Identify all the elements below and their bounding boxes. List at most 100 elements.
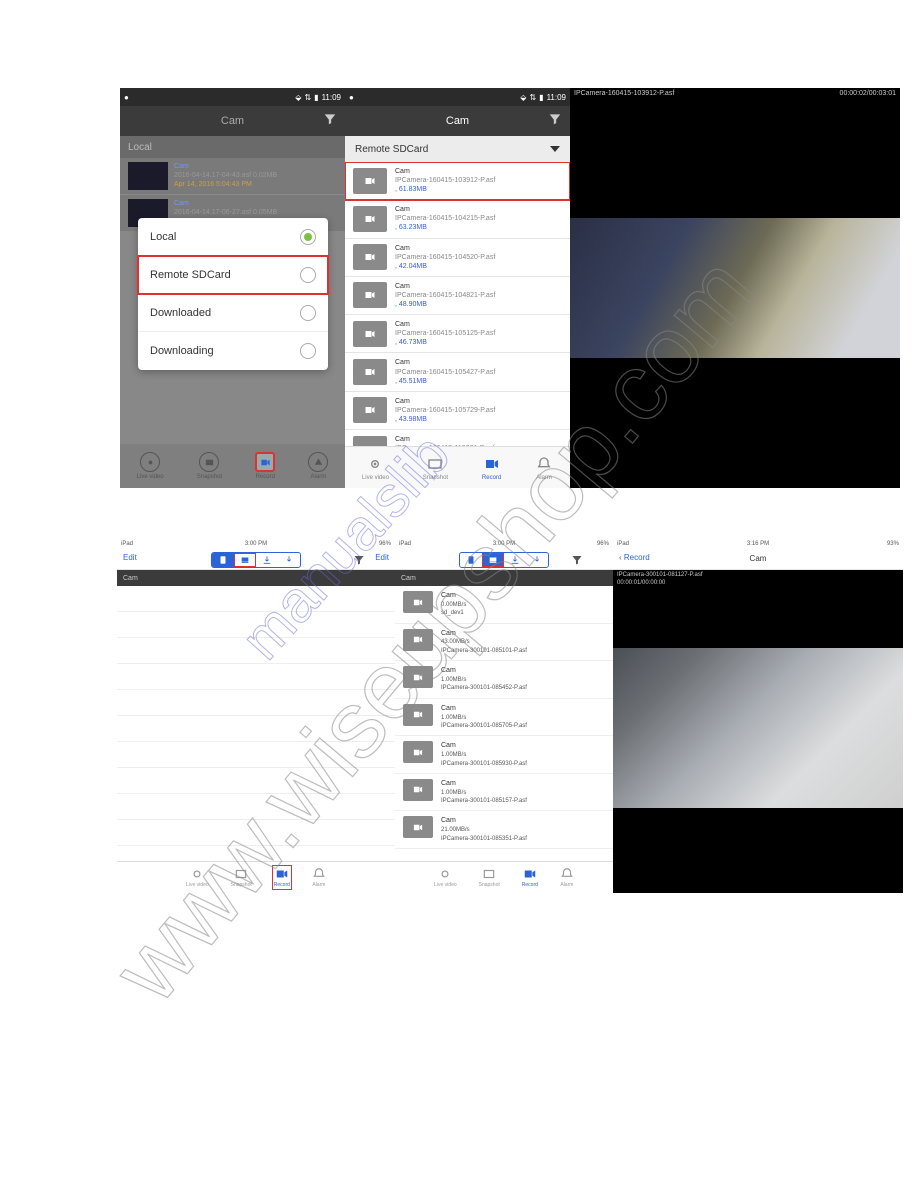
tab-snapshot[interactable]: Snapshot — [423, 455, 448, 481]
recording-item[interactable]: Cam21.00MB/sIPCamera-300101-085351-P.asf — [395, 811, 613, 849]
nav-title: Cam — [221, 115, 244, 127]
seg-remote[interactable] — [234, 553, 256, 567]
recording-item[interactable]: Cam43.00MB/sIPCamera-300101-085101-P.asf — [395, 624, 613, 662]
recording-item[interactable]: CamIPCamera-160415-110031-P.asf, 41.13MB — [345, 430, 570, 446]
edit-button[interactable]: Edit — [123, 553, 137, 562]
video-icon — [403, 629, 433, 651]
seg-local[interactable] — [212, 553, 234, 567]
radio-off-icon — [300, 305, 316, 321]
recording-item[interactable]: Cam1.00MB/sIPCamera-300101-085705-P.asf — [395, 699, 613, 737]
edit-button[interactable]: Edit — [375, 553, 389, 562]
video-icon — [255, 452, 275, 472]
source-dropdown[interactable]: Remote SDCard — [345, 136, 570, 162]
playback-timecode: 00:00:01/00:00:00 — [617, 580, 899, 588]
ipad-playback-screen: iPad 3:16 PM 93% ‹ Record Cam IPCamera-3… — [613, 538, 903, 893]
tab-alarm[interactable]: Alarm — [560, 867, 574, 888]
tab-record[interactable]: Record — [274, 867, 290, 888]
segmented-control — [211, 552, 301, 568]
battery-icon: ▮ — [539, 93, 543, 102]
video-icon — [353, 168, 387, 194]
tab-live-video[interactable]: Live video — [186, 867, 209, 888]
bell-icon — [535, 455, 553, 473]
recording-item[interactable]: CamIPCamera-160415-105427-P.asf, 45.51MB — [345, 353, 570, 391]
recording-item[interactable]: CamIPCamera-160415-103912-P.asf, 61.83MB — [345, 162, 570, 200]
tab-alarm[interactable]: Alarm — [308, 452, 328, 480]
video-icon — [403, 741, 433, 763]
filter-icon[interactable] — [353, 553, 365, 571]
bell-icon — [308, 452, 328, 472]
filter-option-remote-sdcard[interactable]: Remote SDCard — [138, 256, 328, 294]
battery-icon: ▮ — [314, 93, 318, 102]
source-dropdown[interactable]: Local — [120, 136, 345, 158]
video-icon — [353, 321, 387, 347]
video-frame[interactable] — [613, 648, 903, 808]
bottom-tab-bar: Live video Snapshot Record Alarm — [395, 861, 613, 893]
seg-downloaded[interactable] — [504, 553, 526, 567]
thumbnail — [128, 162, 168, 190]
video-icon — [353, 359, 387, 385]
filter-option-local[interactable]: Local — [138, 218, 328, 256]
seg-downloading[interactable] — [278, 553, 300, 567]
video-icon — [483, 455, 501, 473]
tab-alarm[interactable]: Alarm — [535, 455, 553, 481]
radio-off-icon — [300, 343, 316, 359]
recording-item[interactable]: CamIPCamera-160415-105125-P.asf, 46.73MB — [345, 315, 570, 353]
tab-live-video[interactable]: Live video — [137, 452, 164, 480]
bottom-tab-bar: Live video Snapshot Record Alarm — [117, 861, 395, 893]
tab-record[interactable]: Record — [522, 867, 538, 888]
status-bar: iPad 3:00 PM 96% — [117, 538, 395, 550]
network-icon: ⇅ — [529, 93, 536, 102]
camera-icon — [366, 455, 384, 473]
recording-item[interactable]: Cam1.00MB/sIPCamera-300101-085930-P.asf — [395, 736, 613, 774]
recording-item[interactable]: Cam1.00MB/sIPCamera-300101-085157-P.asf — [395, 774, 613, 812]
recording-item[interactable]: CamIPCamera-160415-104215-P.asf, 63.23MB — [345, 200, 570, 238]
source-filter-popup: Local Remote SDCard Downloaded Downloadi… — [138, 218, 328, 370]
tab-record[interactable]: Record — [255, 452, 275, 480]
filter-option-downloading[interactable]: Downloading — [138, 332, 328, 370]
status-bar: iPad 3:00 PM 96% — [395, 538, 613, 550]
seg-downloaded[interactable] — [256, 553, 278, 567]
video-icon — [353, 436, 387, 446]
filter-icon[interactable] — [571, 553, 583, 571]
playback-filename: IPCamera-160415-103912-P.asf — [574, 90, 674, 97]
playback-timecode: 00:00:02/00:03:01 — [840, 90, 896, 97]
ipad-screen-local-empty: iPad 3:00 PM 96% Edit Edit Cam Live vide… — [117, 538, 395, 893]
seg-downloading[interactable] — [526, 553, 548, 567]
recording-item[interactable]: Cam1.00MB/sIPCamera-300101-085452-P.asf — [395, 661, 613, 699]
seg-remote[interactable] — [482, 553, 504, 567]
tab-live-video[interactable]: Live video — [434, 867, 457, 888]
back-button[interactable]: ‹ Record — [619, 553, 650, 562]
video-icon — [353, 282, 387, 308]
tab-record[interactable]: Record — [482, 455, 501, 481]
signal-icon: ● — [124, 93, 129, 102]
tab-snapshot[interactable]: Snapshot — [479, 867, 500, 888]
recording-item[interactable]: Cam0.00MB/ssd_dev1 — [395, 586, 613, 624]
seg-local[interactable] — [460, 553, 482, 567]
empty-list[interactable] — [117, 586, 395, 861]
filter-option-downloaded[interactable]: Downloaded — [138, 294, 328, 332]
signal-icon: ● — [349, 93, 354, 102]
ipad-screen-remote-list: iPad 3:00 PM 96% Cam Cam0.00MB/ssd_dev1C… — [395, 538, 613, 893]
tab-snapshot[interactable]: Snapshot — [197, 452, 222, 480]
nav-title: Cam — [750, 554, 767, 563]
tab-snapshot[interactable]: Snapshot — [231, 867, 252, 888]
recording-item[interactable]: CamIPCamera-160415-104821-P.asf, 48.90MB — [345, 277, 570, 315]
segmented-control — [459, 552, 549, 568]
recording-item[interactable]: CamIPCamera-160415-104520-P.asf, 42.04MB — [345, 239, 570, 277]
recording-item[interactable]: CamIPCamera-160415-105729-P.asf, 43.98MB — [345, 392, 570, 430]
tab-live-video[interactable]: Live video — [362, 455, 389, 481]
image-icon — [426, 455, 444, 473]
wifi-icon: ⬙ — [520, 93, 526, 102]
filter-icon[interactable] — [323, 112, 337, 126]
recordings-list[interactable]: CamIPCamera-160415-103912-P.asf, 61.83MB… — [345, 162, 570, 446]
nav-title: Cam — [446, 115, 469, 127]
phone-screen-remote-sdcard-list: ● ⬙ ⇅ ▮ 11:09 Cam Remote SDCard CamIPCam… — [345, 88, 570, 488]
video-frame[interactable] — [570, 218, 900, 358]
tab-alarm[interactable]: Alarm — [312, 867, 326, 888]
filter-icon[interactable] — [548, 112, 562, 129]
video-icon — [353, 244, 387, 270]
network-icon: ⇅ — [304, 93, 311, 102]
bottom-tab-bar: Live video Snapshot Record Alarm — [120, 444, 345, 488]
recordings-list[interactable]: Cam0.00MB/ssd_dev1Cam43.00MB/sIPCamera-3… — [395, 586, 613, 861]
chevron-down-icon — [550, 146, 560, 152]
